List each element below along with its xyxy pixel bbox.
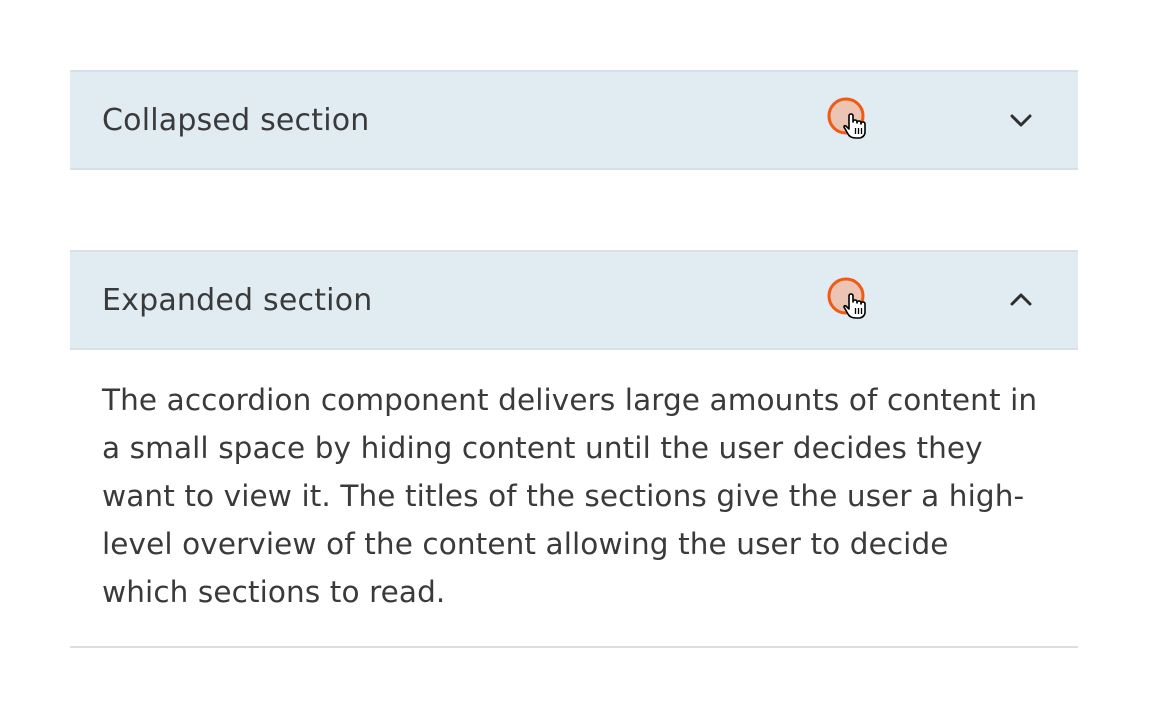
- accordion-title-expanded: Expanded section: [102, 282, 373, 318]
- chevron-up-icon[interactable]: [1008, 287, 1034, 313]
- accordion-collapsed-section: Collapsed section: [70, 70, 1078, 170]
- accordion-body-text: The accordion component delivers large a…: [102, 383, 1038, 609]
- accordion-panel-content: The accordion component delivers large a…: [70, 350, 1078, 648]
- click-cursor-icon: [827, 277, 866, 319]
- chevron-down-icon[interactable]: [1008, 107, 1034, 133]
- accordion-title-collapsed: Collapsed section: [102, 102, 370, 138]
- accordion-expanded-section: Expanded section The accordion component…: [70, 250, 1078, 648]
- accordion-header-expanded[interactable]: Expanded section: [70, 250, 1078, 350]
- page: Collapsed section Expanded section The a…: [0, 0, 1150, 728]
- accordion-header-collapsed[interactable]: Collapsed section: [70, 70, 1078, 170]
- click-cursor-icon: [827, 97, 866, 139]
